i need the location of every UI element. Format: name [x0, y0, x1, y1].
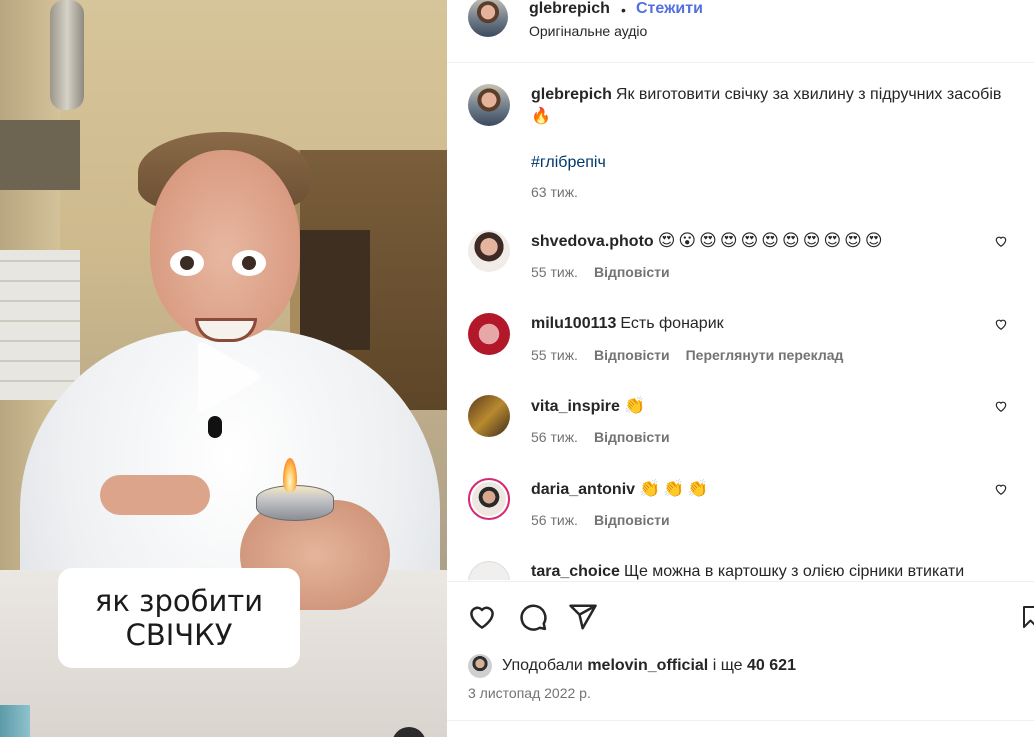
video-text-overlay: як зробити СВІЧКУ	[58, 568, 300, 668]
reel-video[interactable]: як зробити СВІЧКУ	[0, 0, 447, 737]
video-background	[0, 120, 80, 190]
bookmark-icon[interactable]	[1023, 602, 1034, 632]
comment-item: shvedova.photo 😍😮😍😍😍😍😍😍😍😍😍 55 тиж. Відпові…	[447, 230, 1034, 290]
comment-time[interactable]: 55 тиж.	[531, 347, 578, 363]
comment-username[interactable]: milu100113	[531, 315, 616, 332]
reply-button[interactable]: Відповісти	[594, 512, 670, 528]
post-actions: Уподобали melovin_official і ще 40 621 3…	[447, 581, 1034, 737]
comment-body: Ще можна в картошку з олією сірники втик…	[623, 563, 965, 580]
caption-username[interactable]: glebrepich	[531, 86, 612, 103]
comment-meta: 56 тиж. Відповісти	[531, 429, 686, 445]
candle	[256, 485, 334, 521]
person-figure	[150, 150, 300, 340]
reply-button[interactable]: Відповісти	[594, 347, 670, 363]
comment-text: vita_inspire 👏	[531, 395, 1021, 418]
comment-icon[interactable]	[518, 602, 548, 632]
caption-time[interactable]: 63 тиж.	[531, 184, 578, 200]
comment-text: milu100113 Есть фонарик	[531, 313, 1021, 335]
person-figure	[170, 250, 204, 276]
share-icon[interactable]	[568, 602, 598, 632]
avatar[interactable]	[468, 230, 510, 272]
liked-by-and: і ще	[712, 657, 743, 674]
translate-button[interactable]: Переглянути переклад	[686, 347, 844, 363]
play-icon[interactable]	[180, 334, 266, 420]
comment-body: 😍😮😍😍😍😍😍😍😍😍😍	[657, 231, 886, 251]
video-text-line: як зробити	[94, 584, 264, 618]
heart-icon[interactable]	[994, 399, 1008, 413]
comment-item: daria_antoniv 👏👏👏 56 тиж. Відповісти	[447, 478, 1034, 538]
post-header: glebrepich • Стежити Оригінальне аудіо	[447, 0, 1034, 63]
comments-list[interactable]: glebrepich Як виготовити свічку за хвилин…	[447, 64, 1034, 580]
heart-icon[interactable]	[994, 482, 1008, 496]
comment-username[interactable]: shvedova.photo	[531, 233, 654, 250]
comment-text: daria_antoniv 👏👏👏	[531, 478, 1021, 501]
comment-body: Есть фонарик	[620, 315, 724, 332]
heart-icon[interactable]	[467, 602, 497, 632]
avatar[interactable]	[468, 84, 510, 126]
caption-text: glebrepich Як виготовити свічку за хвилин…	[531, 84, 1021, 128]
hashtag-link[interactable]: #глібрепіч	[531, 154, 606, 172]
comment-item: tara_choice Ще можна в картошку з олією с…	[447, 561, 1034, 580]
comment-username[interactable]: tara_choice	[531, 563, 620, 580]
caption-meta: 63 тиж.	[531, 184, 594, 200]
comment-username[interactable]: daria_antoniv	[531, 481, 635, 498]
video-background	[0, 705, 30, 737]
comment-text: tara_choice Ще можна в картошку з олією с…	[531, 561, 1021, 580]
post-caption: glebrepich Як виготовити свічку за хвилин…	[447, 84, 1034, 204]
heart-icon[interactable]	[994, 317, 1008, 331]
liked-by-prefix: Уподобали	[502, 657, 583, 674]
likes-count[interactable]: 40 621	[747, 657, 796, 675]
comment-time[interactable]: 56 тиж.	[531, 429, 578, 445]
reply-button[interactable]: Відповісти	[594, 429, 670, 445]
liked-by-user[interactable]: melovin_official	[587, 657, 708, 675]
avatar[interactable]	[468, 395, 510, 437]
avatar[interactable]	[468, 0, 508, 37]
heart-icon[interactable]	[994, 234, 1008, 248]
avatar[interactable]	[468, 561, 510, 580]
comment-meta: 55 тиж. Відповісти	[531, 264, 686, 280]
avatar[interactable]	[468, 478, 510, 520]
comment-item: milu100113 Есть фонарик 55 тиж. Відповісти…	[447, 313, 1034, 373]
follow-button[interactable]: Стежити	[636, 0, 703, 18]
comment-time[interactable]: 55 тиж.	[531, 264, 578, 280]
avatar[interactable]	[468, 654, 492, 678]
comment-body: 👏	[623, 396, 649, 416]
video-text-line: СВІЧКУ	[125, 618, 233, 652]
divider	[447, 720, 1034, 721]
reply-button[interactable]: Відповісти	[594, 264, 670, 280]
video-background	[300, 230, 370, 350]
comment-meta: 56 тиж. Відповісти	[531, 512, 686, 528]
comment-text: shvedova.photo 😍😮😍😍😍😍😍😍😍😍😍	[531, 230, 1021, 253]
audio-label[interactable]: Оригінальне аудіо	[529, 23, 647, 39]
author-username[interactable]: glebrepich	[529, 0, 610, 18]
separator-dot: •	[621, 2, 626, 18]
video-background	[0, 250, 80, 400]
avatar[interactable]	[468, 313, 510, 355]
video-background	[50, 0, 84, 110]
person-figure	[100, 475, 210, 515]
comment-username[interactable]: vita_inspire	[531, 398, 620, 415]
comment-meta: 55 тиж. Відповісти Переглянути переклад	[531, 347, 859, 363]
comment-time[interactable]: 56 тиж.	[531, 512, 578, 528]
liked-by-summary: Уподобали melovin_official і ще 40 621	[468, 654, 796, 678]
comment-body: 👏👏👏	[639, 479, 712, 499]
post-sidebar: glebrepich • Стежити Оригінальне аудіо g…	[447, 0, 1034, 737]
comment-item: vita_inspire 👏 56 тиж. Відповісти	[447, 395, 1034, 455]
person-figure	[232, 250, 266, 276]
post-date[interactable]: 3 листопад 2022 р.	[468, 685, 591, 701]
